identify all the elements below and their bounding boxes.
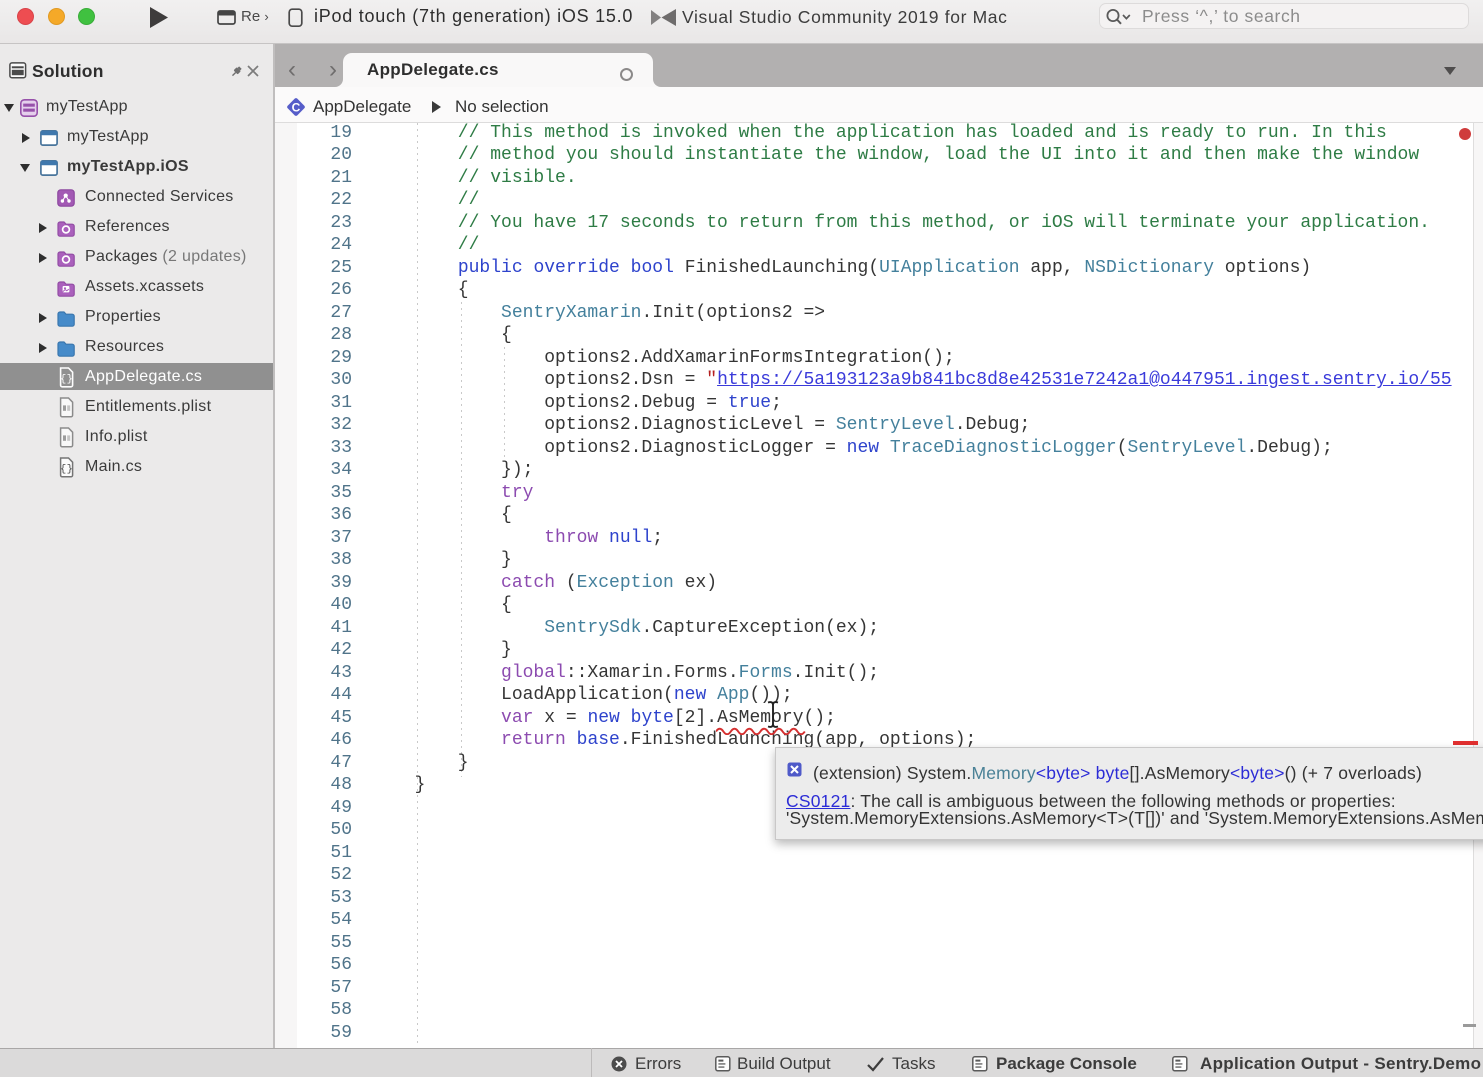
svg-text:{}: {}: [60, 374, 73, 386]
svg-text:C: C: [292, 101, 301, 115]
svg-text:{}: {}: [60, 464, 73, 476]
